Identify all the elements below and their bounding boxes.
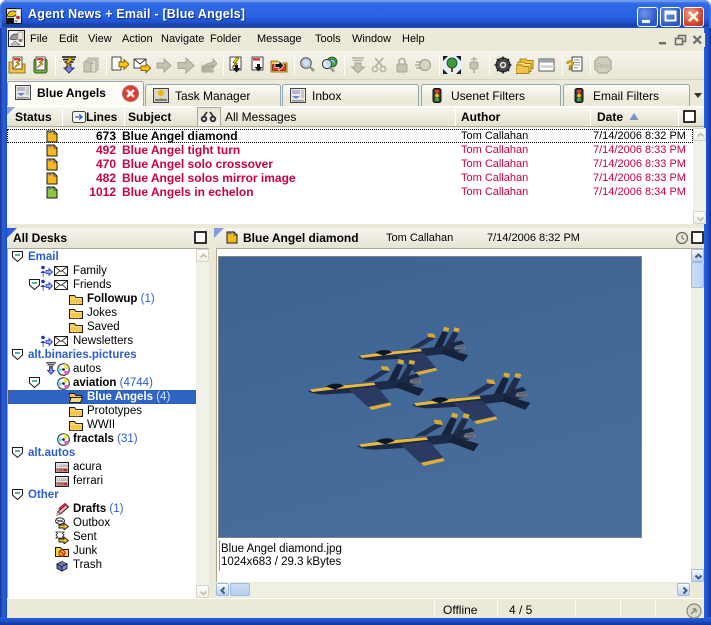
svg-text:?: ? — [566, 57, 575, 73]
svg-text:PAN: PAN — [597, 64, 609, 70]
